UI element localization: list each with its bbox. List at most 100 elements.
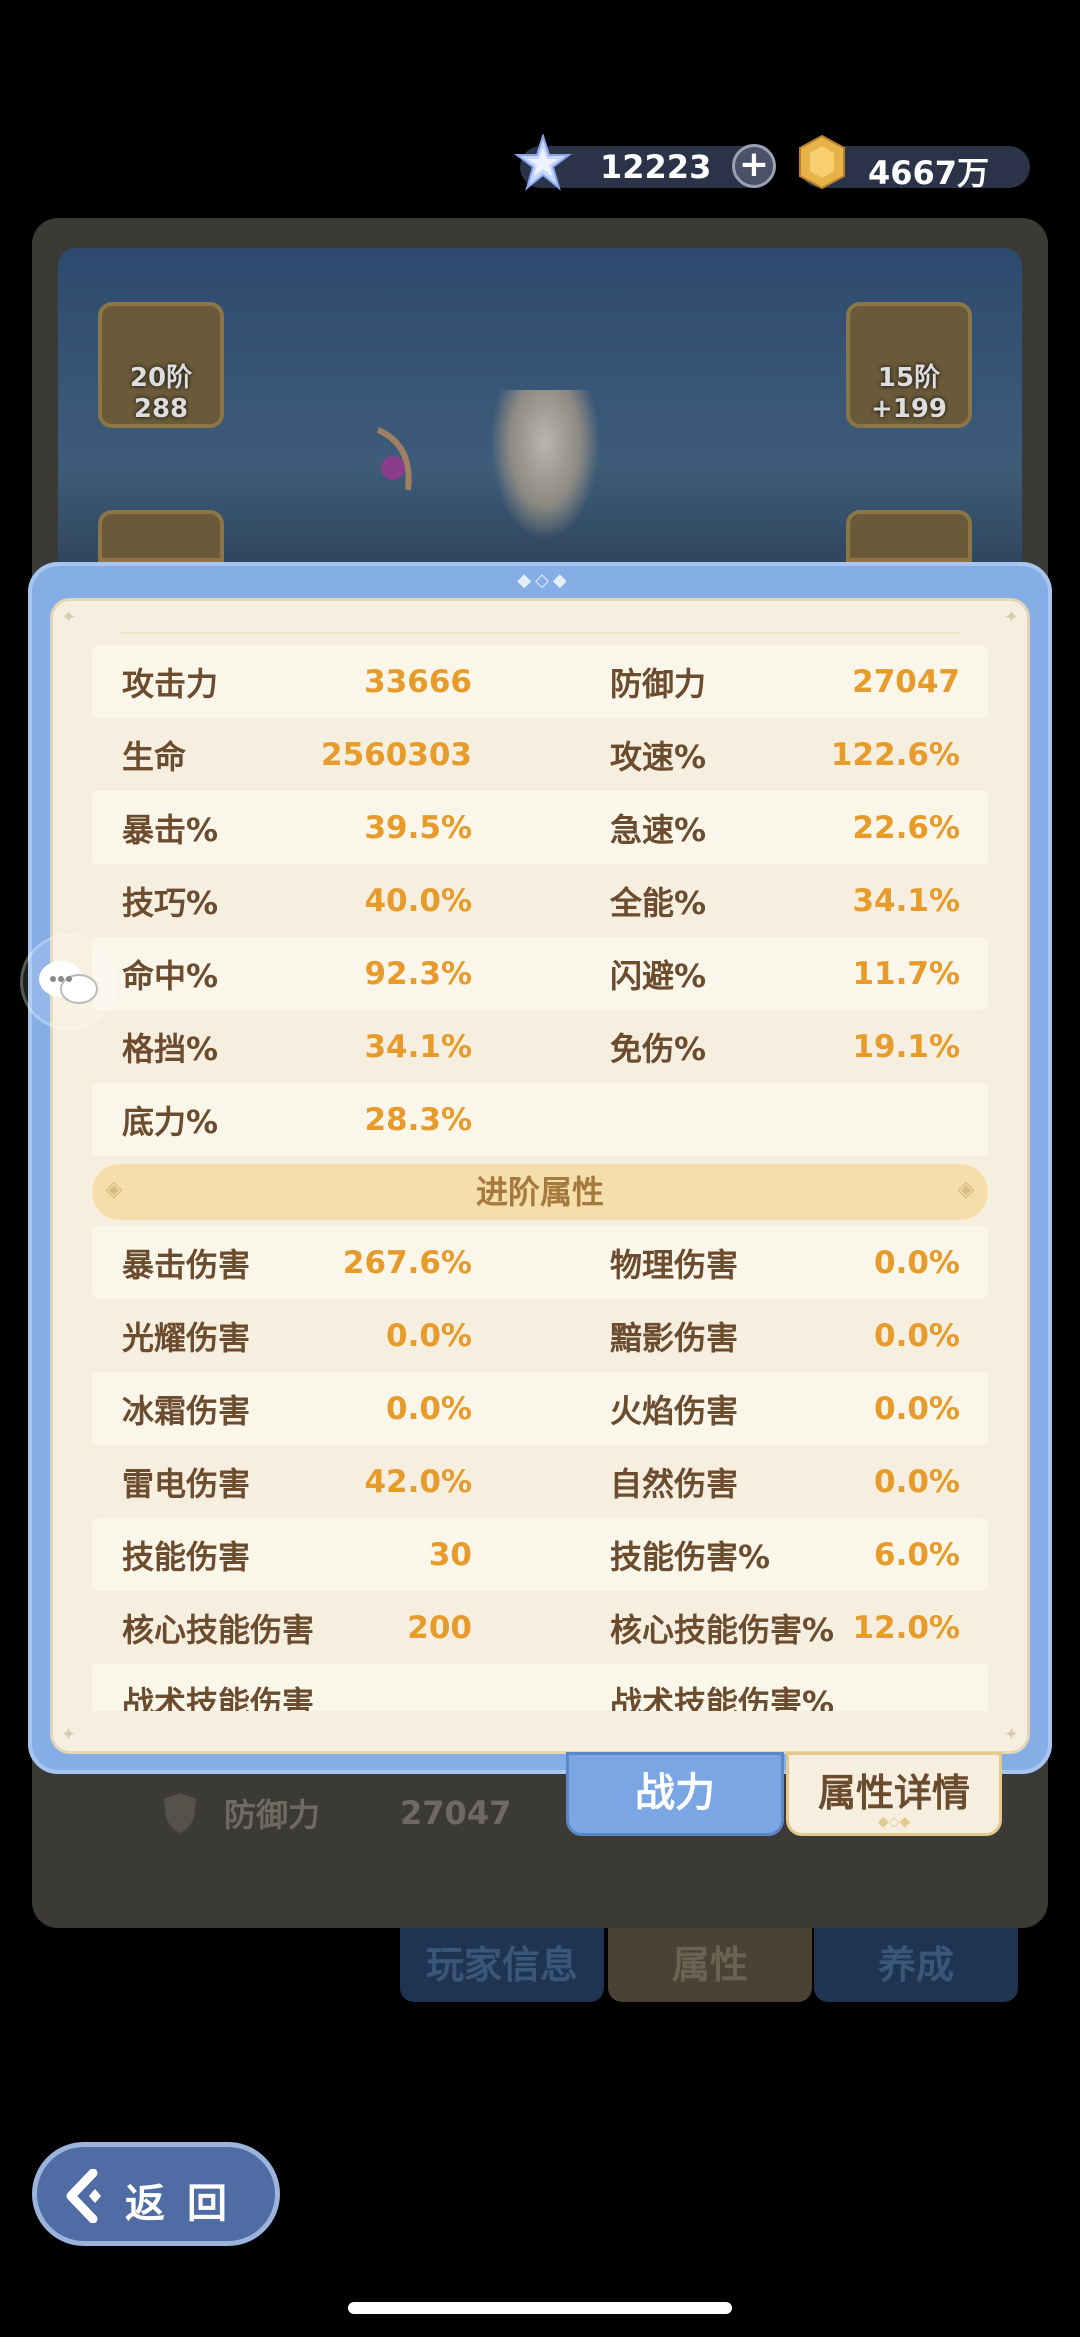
advanced-section-title: 进阶属性	[475, 1173, 604, 1211]
stat-value: 42.0%	[364, 1463, 472, 1500]
corner-ornament-icon: ✦	[61, 607, 77, 628]
shield-icon	[164, 1793, 196, 1833]
equipment-slot-level: 20阶 288	[129, 363, 193, 424]
stat-row: 生命 2560303 攻速% 122.6%	[92, 718, 988, 791]
stat-name: 黯影伤害	[610, 1318, 739, 1357]
add-gems-button[interactable]: +	[732, 144, 776, 188]
stat-cell: 光耀伤害 0.0%	[122, 1299, 472, 1372]
stat-cell: 免伤% 19.1%	[610, 1010, 960, 1083]
divider	[120, 632, 960, 634]
background-defense-row: 防御力 27047	[160, 1790, 511, 1836]
stat-cell: 技能伤害% 6.0%	[610, 1518, 960, 1591]
stat-cell: 黯影伤害 0.0%	[610, 1299, 960, 1372]
stat-row: 雷电伤害 42.0% 自然伤害 0.0%	[92, 1445, 988, 1518]
tab-attributes[interactable]: 属性	[608, 1928, 812, 2002]
stat-row: 技能伤害 30 技能伤害% 6.0%	[92, 1518, 988, 1591]
stat-cell: 战术技能伤害	[122, 1664, 472, 1712]
advanced-section-header: ◈ 进阶属性 ◈	[92, 1164, 988, 1220]
stat-value: 0.0%	[874, 1317, 960, 1354]
stat-value: 34.1%	[364, 1028, 472, 1065]
stat-cell: 雷电伤害 42.0%	[122, 1445, 472, 1518]
stat-cell: 全能% 34.1%	[610, 864, 960, 937]
stat-value: 0.0%	[874, 1463, 960, 1500]
stat-name: 技能伤害	[122, 1537, 251, 1576]
stat-cell: 核心技能伤害% 12.0%	[610, 1591, 960, 1664]
stat-cell: 火焰伤害 0.0%	[610, 1372, 960, 1445]
home-indicator[interactable]	[348, 2302, 732, 2314]
stat-value: 0.0%	[386, 1390, 472, 1427]
stat-name: 命中%	[122, 956, 219, 995]
stat-value: 22.6%	[852, 809, 960, 846]
stat-row: 底力% 28.3%	[92, 1083, 988, 1156]
stat-value: 92.3%	[364, 955, 472, 992]
stat-value: 28.3%	[364, 1101, 472, 1138]
stat-cell: 战术技能伤害%	[610, 1664, 960, 1712]
stat-value: 200	[407, 1609, 472, 1646]
chat-icon	[39, 961, 98, 1004]
stat-name: 核心技能伤害	[122, 1610, 315, 1649]
stat-cell: 暴击伤害 267.6%	[122, 1226, 472, 1299]
stat-row: 战术技能伤害 战术技能伤害%	[92, 1664, 988, 1711]
star-gem-icon	[514, 134, 572, 191]
stat-cell: 技巧% 40.0%	[122, 864, 472, 937]
stat-cell: 生命 2560303	[122, 718, 472, 791]
attribute-details-button[interactable]: 属性详情 ◆◇◆	[786, 1752, 1002, 1836]
diamond-icon: ◈	[957, 1177, 975, 1202]
gems-value: 12223	[600, 148, 712, 186]
stat-row: 暴击% 39.5% 急速% 22.6%	[92, 791, 988, 864]
corner-ornament-icon: ✦	[1003, 1724, 1019, 1745]
back-button[interactable]: 返回	[32, 2142, 280, 2246]
stat-cell: 冰霜伤害 0.0%	[122, 1372, 472, 1445]
stat-name: 底力%	[122, 1102, 219, 1141]
gold-coin-icon	[799, 134, 845, 190]
power-button[interactable]: 战力	[566, 1752, 784, 1836]
equipment-slot-right-2[interactable]	[846, 510, 972, 562]
stat-cell: 格挡% 34.1%	[122, 1010, 472, 1083]
stat-cell: 技能伤害 30	[122, 1518, 472, 1591]
stat-name: 攻速%	[610, 737, 707, 776]
stat-cell: 暴击% 39.5%	[122, 791, 472, 864]
back-label: 返回	[125, 2181, 249, 2227]
stat-value: 11.7%	[852, 955, 960, 992]
stat-cell: 命中% 92.3%	[122, 937, 472, 1010]
stat-value: 267.6%	[342, 1244, 472, 1281]
stat-name: 全能%	[610, 883, 707, 922]
equipment-slot-left-2[interactable]	[98, 510, 224, 562]
stat-cell: 闪避% 11.7%	[610, 937, 960, 1010]
stat-name: 光耀伤害	[122, 1318, 251, 1357]
stat-name: 暴击%	[122, 810, 219, 849]
stat-value: 40.0%	[364, 882, 472, 919]
stat-cell: 底力% 28.3%	[122, 1083, 472, 1156]
stat-name: 免伤%	[610, 1029, 707, 1068]
equipment-slot-right[interactable]: 15阶+199	[846, 302, 972, 428]
stat-row: 命中% 92.3% 闪避% 11.7%	[92, 937, 988, 1010]
tab-player-info[interactable]: 玩家信息	[400, 1928, 604, 2002]
ornament-icon: ◆◇◆	[877, 1814, 911, 1830]
stat-row: 攻击力 33666 防御力 27047	[92, 645, 988, 718]
chat-button[interactable]	[20, 934, 116, 1030]
stat-value: 12.0%	[852, 1609, 960, 1646]
stat-cell: 物理伤害 0.0%	[610, 1226, 960, 1299]
stat-name: 物理伤害	[610, 1245, 739, 1284]
stat-name: 生命	[122, 737, 187, 776]
stat-cell: 防御力 27047	[610, 645, 960, 718]
equipment-slot-level: 15阶+199	[870, 363, 948, 424]
stat-value: 33666	[364, 663, 472, 700]
stat-value: 0.0%	[386, 1317, 472, 1354]
stat-name: 闪避%	[610, 956, 707, 995]
stat-name: 雷电伤害	[122, 1464, 251, 1503]
stat-name: 战术技能伤害	[122, 1683, 315, 1712]
stat-name: 战术技能伤害%	[610, 1683, 835, 1712]
stat-name: 急速%	[610, 810, 707, 849]
corner-ornament-icon: ✦	[61, 1724, 77, 1745]
equipment-slot-left[interactable]: 20阶 288	[98, 302, 224, 428]
stats-scroll-list[interactable]: 攻击力 33666 防御力 27047 生命 2560303 攻速% 122.6% 暴击% 39.…	[92, 645, 988, 1711]
gold-value: 4667万	[868, 154, 990, 192]
gems-counter: 12223 +	[514, 134, 776, 191]
corner-ornament-icon: ✦	[1003, 607, 1019, 628]
stat-cell: 攻速% 122.6%	[610, 718, 960, 791]
background-defense-label: 防御力	[224, 1796, 321, 1834]
character-figure	[490, 390, 600, 540]
stat-value: 6.0%	[874, 1536, 960, 1573]
tab-growth[interactable]: 养成	[814, 1928, 1018, 2002]
